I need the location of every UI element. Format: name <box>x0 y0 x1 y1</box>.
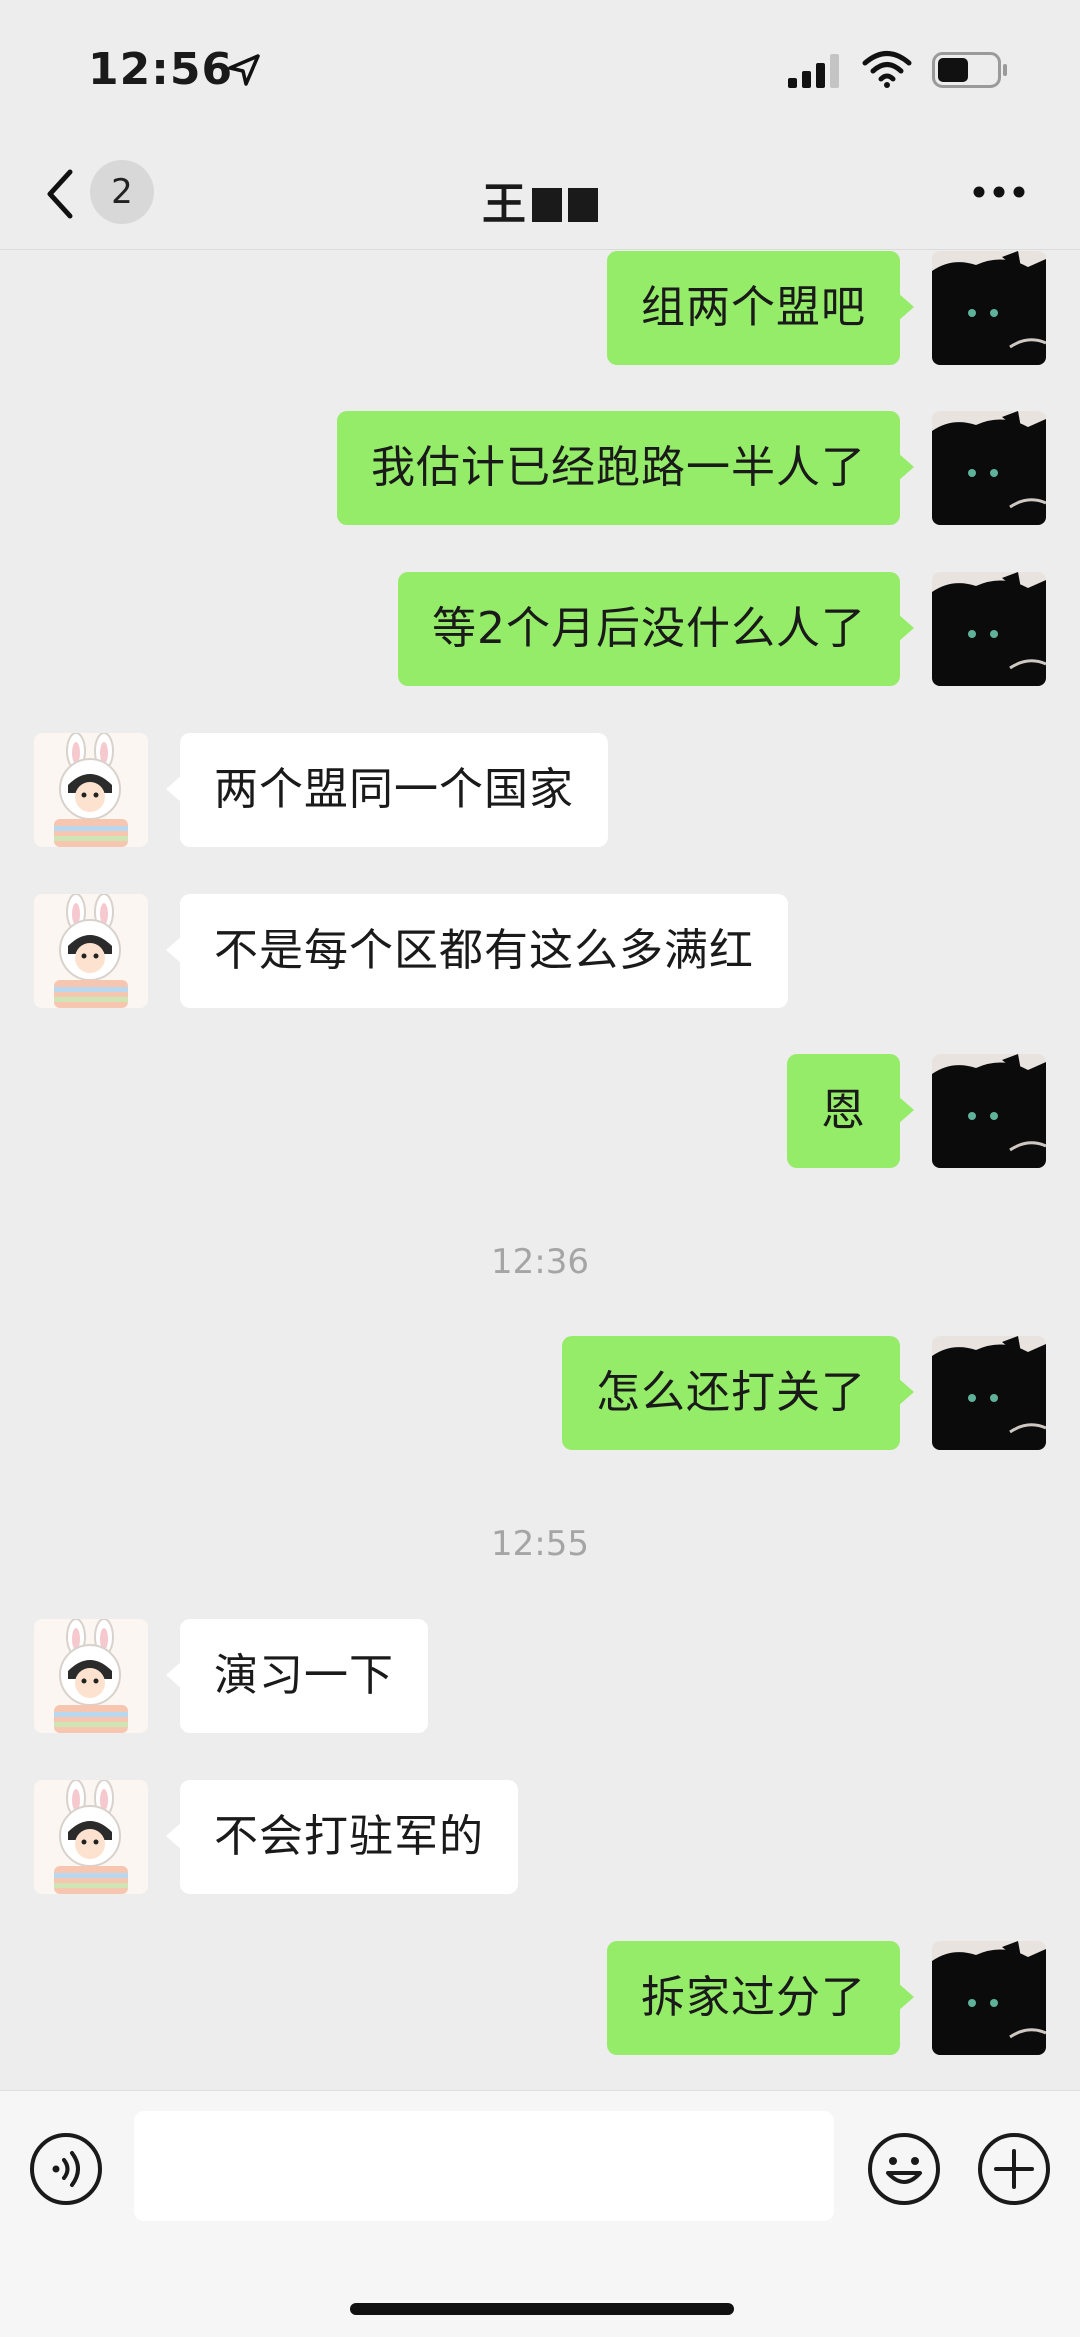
contact-avatar[interactable] <box>34 733 148 847</box>
contact-avatar[interactable] <box>34 1619 148 1733</box>
message-bubble[interactable]: 不会打驻军的 <box>166 1780 518 1894</box>
status-time: 12:56 <box>88 44 234 95</box>
message-bubble[interactable]: 演习一下 <box>166 1619 428 1733</box>
redacted-name-mark <box>568 188 598 222</box>
input-bar <box>0 2090 1080 2337</box>
more-functions-button[interactable] <box>976 2131 1052 2211</box>
voice-input-button[interactable] <box>28 2131 104 2211</box>
battery-icon <box>932 52 1008 92</box>
message-timestamp: 12:55 <box>491 1524 589 1564</box>
contact-avatar[interactable] <box>34 894 148 1008</box>
redacted-name-mark <box>532 188 562 222</box>
message-row: 我估计已经跑路一半人了 <box>0 411 1080 525</box>
message-row: 两个盟同一个国家 <box>0 733 1080 847</box>
emoji-icon <box>868 2133 940 2205</box>
location-arrow-icon <box>226 52 262 92</box>
contact-avatar[interactable] <box>34 1780 148 1894</box>
message-row: 怎么还打关了 <box>0 1336 1080 1450</box>
more-options-button[interactable] <box>972 184 1026 203</box>
message-bubble[interactable]: 组两个盟吧 <box>607 251 914 365</box>
chat-title-text: 王 <box>482 179 526 230</box>
message-row: 组两个盟吧 <box>0 251 1080 365</box>
message-bubble[interactable]: 恩 <box>787 1054 914 1168</box>
message-bubble[interactable]: 不是每个区都有这么多满红 <box>166 894 788 1008</box>
voice-icon <box>30 2133 102 2205</box>
home-indicator <box>350 2303 734 2315</box>
self-avatar[interactable] <box>932 411 1046 525</box>
self-avatar[interactable] <box>932 572 1046 686</box>
wifi-icon <box>862 50 912 92</box>
self-avatar[interactable] <box>932 251 1046 365</box>
chat-title: 王 <box>0 168 1080 232</box>
self-avatar[interactable] <box>932 1336 1046 1450</box>
self-avatar[interactable] <box>932 1941 1046 2055</box>
plus-icon <box>978 2133 1050 2205</box>
message-row: 恩 <box>0 1054 1080 1168</box>
message-row: 不会打驻军的 <box>0 1780 1080 1894</box>
chat-screen: 12:56 2 王 组两个盟吧 我估计已经跑路一半人了 等2个月后没什么人了 两… <box>0 0 1080 2337</box>
message-input[interactable] <box>134 2111 834 2221</box>
message-row: 不是每个区都有这么多满红 <box>0 894 1080 1008</box>
message-bubble[interactable]: 等2个月后没什么人了 <box>398 572 914 686</box>
signal-icon <box>788 54 844 92</box>
message-bubble[interactable]: 两个盟同一个国家 <box>166 733 608 847</box>
message-bubble[interactable]: 拆家过分了 <box>607 1941 914 2055</box>
status-bar: 12:56 <box>0 0 1080 140</box>
emoji-button[interactable] <box>866 2131 942 2211</box>
message-row: 等2个月后没什么人了 <box>0 572 1080 686</box>
message-row: 演习一下 <box>0 1619 1080 1733</box>
message-row: 拆家过分了 <box>0 1941 1080 2055</box>
message-timestamp: 12:36 <box>491 1242 589 1282</box>
nav-bar: 2 王 <box>0 140 1080 250</box>
self-avatar[interactable] <box>932 1054 1046 1168</box>
message-bubble[interactable]: 怎么还打关了 <box>562 1336 914 1450</box>
message-bubble[interactable]: 我估计已经跑路一半人了 <box>337 411 914 525</box>
